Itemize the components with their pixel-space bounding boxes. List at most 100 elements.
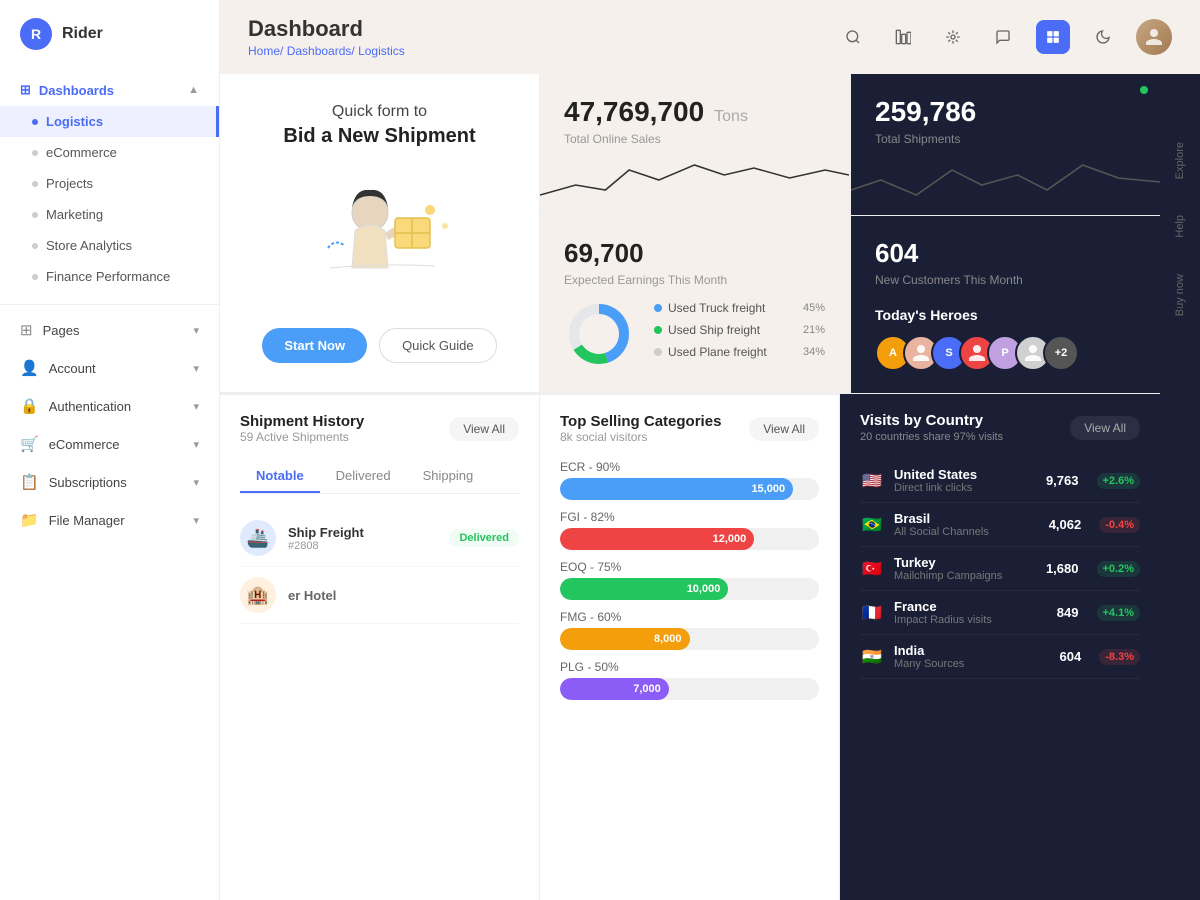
country-flag: 🇫🇷 — [860, 604, 884, 622]
legend-ship: Used Ship freight 21% — [654, 323, 825, 337]
sidebar-item-file-manager[interactable]: 📁 File Manager ▾ — [0, 501, 219, 539]
dot — [32, 274, 38, 280]
customers-label: New Customers This Month — [875, 273, 1136, 287]
buy-now-tab[interactable]: Buy now — [1170, 266, 1190, 324]
active-dot — [32, 119, 38, 125]
dark-mode-button[interactable] — [1086, 20, 1120, 54]
country-item: 🇹🇷 Turkey Mailchimp Campaigns 1,680 +0.2… — [860, 547, 1140, 591]
sidebar-item-finance-performance[interactable]: Finance Performance — [0, 261, 219, 292]
bar-track: 10,000 — [560, 578, 819, 600]
plane-value: 34% — [803, 346, 825, 358]
app-logo[interactable]: R Rider — [0, 0, 219, 68]
sidebar-item-account[interactable]: 👤 Account ▾ — [0, 349, 219, 387]
sidebar-item-ecommerce[interactable]: eCommerce — [0, 137, 219, 168]
content-area: Quick form to Bid a New Shipment — [220, 74, 1200, 900]
shipment-name: Ship Freight — [288, 525, 437, 540]
shipment-id: #2808 — [288, 540, 437, 552]
subscriptions-icon: 📋 — [20, 473, 39, 491]
explore-tab[interactable]: Explore — [1170, 134, 1190, 187]
start-now-button[interactable]: Start Now — [262, 328, 367, 363]
country-count: 9,763 — [1046, 473, 1079, 488]
promo-title: Quick form to — [332, 103, 427, 121]
promo-card: Quick form to Bid a New Shipment — [220, 74, 540, 393]
header-actions — [836, 19, 1172, 55]
bar-item: FMG - 60% 8,000 — [560, 610, 819, 650]
middle-stats: 47,769,700 Tons Total Online Sales — [540, 74, 1160, 393]
shipment-view-all[interactable]: View All — [449, 417, 519, 441]
settings-button[interactable] — [936, 20, 970, 54]
country-count: 4,062 — [1049, 517, 1082, 532]
quick-guide-button[interactable]: Quick Guide — [379, 328, 497, 363]
promo-illustration — [300, 168, 460, 308]
page-title: Dashboard — [248, 16, 405, 42]
country-name: United States — [894, 467, 1036, 482]
legend-plane: Used Plane freight 34% — [654, 345, 825, 359]
search-button[interactable] — [836, 20, 870, 54]
country-flag: 🇮🇳 — [860, 648, 884, 666]
shipment-name: er Hotel — [288, 588, 519, 603]
shipment-header: Shipment History 59 Active Shipments Vie… — [240, 413, 519, 444]
country-count: 604 — [1060, 649, 1082, 664]
heroes-avatars: A S P — [875, 335, 1136, 371]
bar-fill: 8,000 — [560, 628, 690, 650]
sidebar-item-subscriptions[interactable]: 📋 Subscriptions ▾ — [0, 463, 219, 501]
country-count: 849 — [1057, 605, 1079, 620]
tab-delivered[interactable]: Delivered — [320, 460, 407, 493]
country-info: France Impact Radius visits — [894, 599, 1047, 626]
bar-label: ECR - 90% — [560, 460, 819, 474]
bar-fill: 12,000 — [560, 528, 754, 550]
country-item: 🇺🇸 United States Direct link clicks 9,76… — [860, 459, 1140, 503]
online-indicator — [1140, 86, 1148, 94]
user-avatar[interactable] — [1136, 19, 1172, 55]
app-name: Rider — [62, 25, 103, 43]
sidebar-item-projects[interactable]: Projects — [0, 168, 219, 199]
bar-label: FGI - 82% — [560, 510, 819, 524]
tab-shipping[interactable]: Shipping — [407, 460, 490, 493]
country-name: Turkey — [894, 555, 1036, 570]
bar-fill: 7,000 — [560, 678, 669, 700]
sidebar-item-ecommerce-nav[interactable]: 🛒 eCommerce ▾ — [0, 425, 219, 463]
main-content: Dashboard Home/ Dashboards/ Logistics — [220, 0, 1200, 900]
stats-bottom-row: 69,700 Expected Earnings This Month — [540, 215, 1160, 393]
breadcrumb-dashboards[interactable]: Dashboards/ — [287, 44, 355, 58]
bars-container: ECR - 90% 15,000 FGI - 82% 12,000 EOQ - … — [560, 460, 819, 700]
shipment-icon: 🏨 — [240, 577, 276, 613]
sidebar-item-pages[interactable]: ⊞ Pages ▾ — [0, 311, 219, 349]
country-info: Brasil All Social Channels — [894, 511, 1039, 538]
country-item: 🇮🇳 India Many Sources 604 -8.3% — [860, 635, 1140, 679]
messages-button[interactable] — [986, 20, 1020, 54]
header: Dashboard Home/ Dashboards/ Logistics — [220, 0, 1200, 74]
country-name: France — [894, 599, 1047, 614]
country-count: 1,680 — [1046, 561, 1079, 576]
country-flag: 🇧🇷 — [860, 516, 884, 534]
country-source: Many Sources — [894, 658, 1050, 670]
chevron-icon: ▾ — [193, 514, 199, 527]
earnings-number: 69,700 — [564, 238, 644, 268]
chart-button[interactable] — [886, 20, 920, 54]
chevron-icon: ▾ — [193, 438, 199, 451]
tab-notable[interactable]: Notable — [240, 460, 320, 493]
stats-top-row: 47,769,700 Tons Total Online Sales — [540, 74, 1160, 215]
country-item: 🇧🇷 Brasil All Social Channels 4,062 -0.4… — [860, 503, 1140, 547]
breadcrumb-home[interactable]: Home/ — [248, 44, 283, 58]
sidebar-item-marketing[interactable]: Marketing — [0, 199, 219, 230]
countries-view-all[interactable]: View All — [1070, 416, 1140, 440]
shipment-item-2: 🏨 er Hotel — [240, 567, 519, 624]
sidebar-item-authentication[interactable]: 🔒 Authentication ▾ — [0, 387, 219, 425]
dot — [32, 150, 38, 156]
sidebar-item-store-analytics[interactable]: Store Analytics — [0, 230, 219, 261]
pages-icon: ⊞ — [20, 321, 33, 339]
bar-label: PLG - 50% — [560, 660, 819, 674]
sidebar-item-logistics[interactable]: Logistics — [0, 106, 219, 137]
change-badge: +0.2% — [1097, 561, 1141, 577]
selling-view-all[interactable]: View All — [749, 417, 819, 441]
account-icon: 👤 — [20, 359, 39, 377]
grid-view-button[interactable] — [1036, 20, 1070, 54]
shipment-item-1: 🚢 Ship Freight #2808 Delivered — [240, 510, 519, 567]
bar-track: 8,000 — [560, 628, 819, 650]
dashboards-group[interactable]: ⊞ Dashboards ▲ — [0, 74, 219, 106]
help-tab[interactable]: Help — [1170, 207, 1190, 246]
shipment-tabs: Notable Delivered Shipping — [240, 460, 519, 494]
country-source: Impact Radius visits — [894, 614, 1047, 626]
dashboards-label: ⊞ Dashboards — [20, 82, 114, 98]
